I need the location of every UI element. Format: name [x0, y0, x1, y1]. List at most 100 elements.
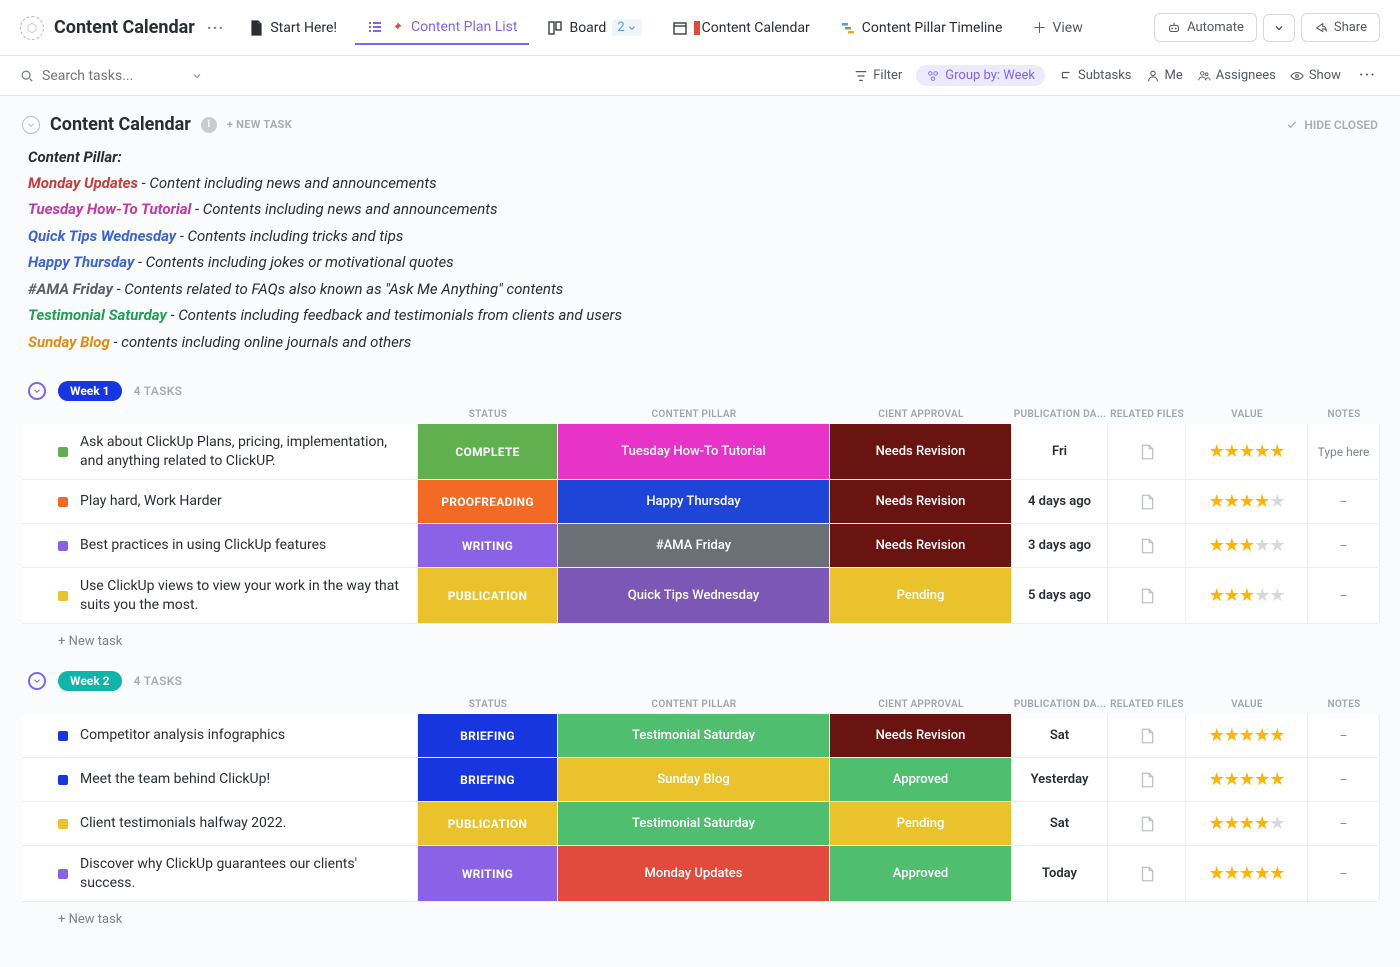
- filter-button[interactable]: Filter: [854, 68, 902, 83]
- col-value[interactable]: VALUE: [1186, 695, 1308, 714]
- space-icon[interactable]: ⬡: [20, 16, 44, 40]
- col-status[interactable]: STATUS: [418, 695, 558, 714]
- info-icon[interactable]: i: [201, 117, 217, 133]
- pillar-cell[interactable]: Tuesday How-To Tutorial: [558, 424, 830, 479]
- more-icon[interactable]: ···: [1355, 65, 1380, 86]
- value-cell[interactable]: ★★★★★: [1186, 424, 1308, 479]
- me-button[interactable]: Me: [1146, 68, 1183, 83]
- notes-cell[interactable]: Type here: [1308, 424, 1380, 479]
- collapse-group-icon[interactable]: [28, 382, 46, 400]
- pubdate-cell[interactable]: Fri: [1012, 424, 1108, 479]
- pubdate-cell[interactable]: 4 days ago: [1012, 480, 1108, 523]
- search-input[interactable]: [42, 68, 182, 84]
- col-approval[interactable]: CIENT APPROVAL: [830, 405, 1012, 424]
- collapse-group-icon[interactable]: [28, 672, 46, 690]
- approval-cell[interactable]: Needs Revision: [830, 524, 1012, 567]
- task-row[interactable]: Ask about ClickUp Plans, pricing, implem…: [22, 424, 1378, 480]
- task-title-cell[interactable]: Ask about ClickUp Plans, pricing, implem…: [22, 424, 418, 479]
- view-start-here[interactable]: Start Here!: [236, 12, 349, 44]
- notes-cell[interactable]: –: [1308, 714, 1380, 757]
- pubdate-cell[interactable]: 3 days ago: [1012, 524, 1108, 567]
- hide-closed-button[interactable]: HIDE CLOSED: [1285, 118, 1378, 132]
- col-pubdate[interactable]: PUBLICATION DA...: [1012, 695, 1108, 714]
- week-pill[interactable]: Week 1: [58, 381, 122, 401]
- share-button[interactable]: Share: [1301, 13, 1380, 42]
- pillar-cell[interactable]: Monday Updates: [558, 846, 830, 901]
- pubdate-cell[interactable]: 5 days ago: [1012, 568, 1108, 623]
- col-pubdate[interactable]: PUBLICATION DA...: [1012, 405, 1108, 424]
- pillar-cell[interactable]: Quick Tips Wednesday: [558, 568, 830, 623]
- approval-cell[interactable]: Needs Revision: [830, 714, 1012, 757]
- value-cell[interactable]: ★★★★★: [1186, 480, 1308, 523]
- col-status[interactable]: STATUS: [418, 405, 558, 424]
- status-cell[interactable]: WRITING: [418, 524, 558, 567]
- col-value[interactable]: VALUE: [1186, 405, 1308, 424]
- notes-cell[interactable]: –: [1308, 758, 1380, 801]
- new-task-button[interactable]: + NEW TASK: [227, 118, 292, 131]
- files-cell[interactable]: [1108, 568, 1186, 623]
- col-notes[interactable]: NOTES: [1308, 405, 1380, 424]
- chevron-down-icon[interactable]: [190, 69, 204, 83]
- task-title-cell[interactable]: Best practices in using ClickUp features: [22, 524, 418, 567]
- task-row[interactable]: Meet the team behind ClickUp! BRIEFING S…: [22, 758, 1378, 802]
- approval-cell[interactable]: Needs Revision: [830, 424, 1012, 479]
- task-row[interactable]: Use ClickUp views to view your work in t…: [22, 568, 1378, 624]
- assignees-button[interactable]: Assignees: [1197, 68, 1276, 83]
- view-pillar-timeline[interactable]: Content Pillar Timeline: [828, 12, 1015, 44]
- col-files[interactable]: RELATED FILES: [1108, 695, 1186, 714]
- pillar-cell[interactable]: Sunday Blog: [558, 758, 830, 801]
- task-row[interactable]: Client testimonials halfway 2022. PUBLIC…: [22, 802, 1378, 846]
- title-more-icon[interactable]: ···: [201, 18, 230, 37]
- view-board[interactable]: Board 2: [535, 11, 653, 44]
- new-task-button[interactable]: + New task: [22, 624, 1378, 649]
- pillar-cell[interactable]: #AMA Friday: [558, 524, 830, 567]
- col-pillar[interactable]: CONTENT PILLAR: [558, 405, 830, 424]
- approval-cell[interactable]: Approved: [830, 846, 1012, 901]
- status-cell[interactable]: BRIEFING: [418, 714, 558, 757]
- pillar-cell[interactable]: Happy Thursday: [558, 480, 830, 523]
- approval-cell[interactable]: Pending: [830, 568, 1012, 623]
- automate-dropdown[interactable]: [1263, 14, 1295, 42]
- task-title-cell[interactable]: Meet the team behind ClickUp!: [22, 758, 418, 801]
- pillar-cell[interactable]: Testimonial Saturday: [558, 714, 830, 757]
- files-cell[interactable]: [1108, 714, 1186, 757]
- task-title-cell[interactable]: Competitor analysis infographics: [22, 714, 418, 757]
- group-by-button[interactable]: Group by: Week: [916, 65, 1045, 86]
- approval-cell[interactable]: Needs Revision: [830, 480, 1012, 523]
- subtasks-button[interactable]: Subtasks: [1059, 68, 1132, 83]
- value-cell[interactable]: ★★★★★: [1186, 758, 1308, 801]
- task-row[interactable]: Best practices in using ClickUp features…: [22, 524, 1378, 568]
- value-cell[interactable]: ★★★★★: [1186, 846, 1308, 901]
- col-approval[interactable]: CIENT APPROVAL: [830, 695, 1012, 714]
- task-title-cell[interactable]: Play hard, Work Harder: [22, 480, 418, 523]
- approval-cell[interactable]: Approved: [830, 758, 1012, 801]
- view-content-plan-list[interactable]: Content Plan List: [355, 11, 529, 45]
- col-files[interactable]: RELATED FILES: [1108, 405, 1186, 424]
- add-view-button[interactable]: ＋ View: [1020, 10, 1094, 46]
- notes-cell[interactable]: –: [1308, 846, 1380, 901]
- status-cell[interactable]: BRIEFING: [418, 758, 558, 801]
- task-row[interactable]: Competitor analysis infographics BRIEFIN…: [22, 714, 1378, 758]
- new-task-button[interactable]: + New task: [22, 902, 1378, 927]
- notes-cell[interactable]: –: [1308, 568, 1380, 623]
- status-cell[interactable]: PUBLICATION: [418, 568, 558, 623]
- collapse-section-icon[interactable]: [22, 116, 40, 134]
- status-cell[interactable]: PROOFREADING: [418, 480, 558, 523]
- automate-button[interactable]: Automate: [1154, 13, 1257, 42]
- show-button[interactable]: Show: [1290, 68, 1341, 83]
- value-cell[interactable]: ★★★★★: [1186, 714, 1308, 757]
- task-title-cell[interactable]: Discover why ClickUp guarantees our clie…: [22, 846, 418, 901]
- pubdate-cell[interactable]: Yesterday: [1012, 758, 1108, 801]
- value-cell[interactable]: ★★★★★: [1186, 568, 1308, 623]
- pubdate-cell[interactable]: Today: [1012, 846, 1108, 901]
- files-cell[interactable]: [1108, 846, 1186, 901]
- task-title-cell[interactable]: Use ClickUp views to view your work in t…: [22, 568, 418, 623]
- task-row[interactable]: Play hard, Work Harder PROOFREADING Happ…: [22, 480, 1378, 524]
- col-pillar[interactable]: CONTENT PILLAR: [558, 695, 830, 714]
- notes-cell[interactable]: –: [1308, 480, 1380, 523]
- files-cell[interactable]: [1108, 480, 1186, 523]
- pubdate-cell[interactable]: Sat: [1012, 714, 1108, 757]
- col-notes[interactable]: NOTES: [1308, 695, 1380, 714]
- files-cell[interactable]: [1108, 758, 1186, 801]
- view-content-calendar[interactable]: Content Calendar: [660, 12, 822, 44]
